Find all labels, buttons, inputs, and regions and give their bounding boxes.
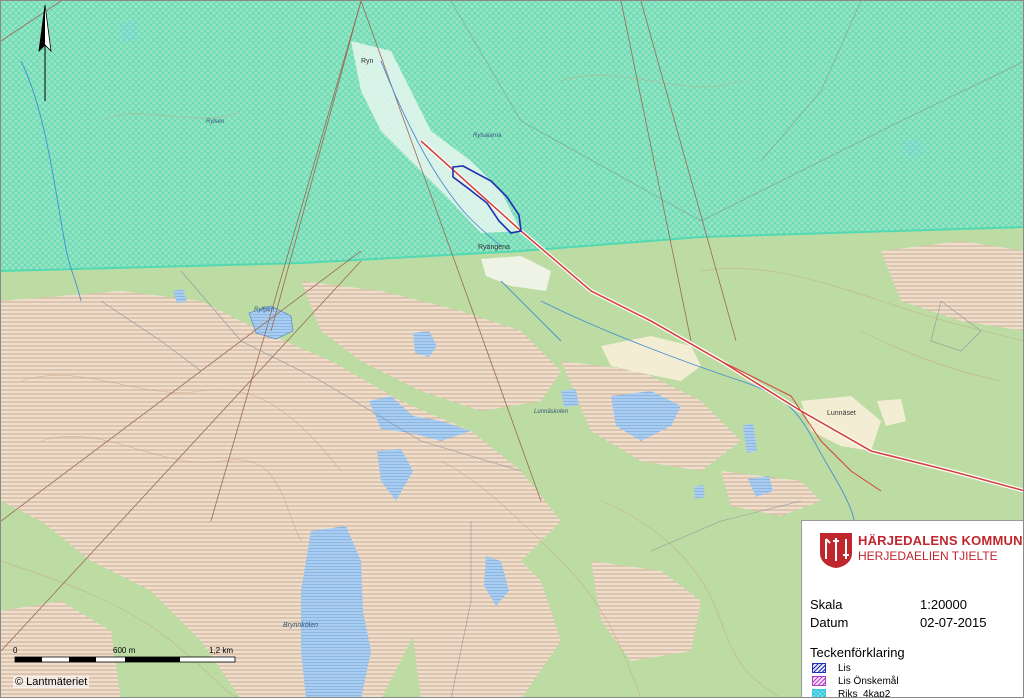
scale-bar: 0 600 m 1,2 km — [13, 646, 241, 672]
place-label-rylsalarna: Rylsalarna — [473, 133, 502, 139]
place-label-brynnkolen: Brynnkölen — [283, 622, 318, 629]
legend-item-lis: Lis — [812, 662, 851, 674]
place-label-lunnakolen: Lunnäskolen — [534, 409, 569, 415]
date-value: 02-07-2015 — [920, 615, 987, 630]
legend-swatch-lis — [812, 663, 826, 673]
place-label-rylsen: Rylsen — [206, 119, 225, 125]
legend-item-lis-onskemal: Lis Önskemål — [812, 675, 899, 687]
municipality-logo-icon — [820, 533, 852, 568]
legend-label-lis: Lis — [838, 662, 851, 674]
map-frame[interactable]: Ryn Rylsen Rylsalarna Ryängena Rylfjärn … — [0, 0, 1024, 698]
legend-item-riks-4kap2: Riks_4kap2 — [812, 688, 891, 698]
org-subtitle: HERJEDAELIEN TJIELTE — [858, 549, 998, 563]
place-label-ryltjarn: Rylfjärn — [254, 307, 275, 313]
legend-label-lis-onskemal: Lis Önskemål — [838, 675, 899, 687]
date-label: Datum — [810, 615, 849, 630]
legend-swatch-lis-onskemal — [812, 676, 826, 686]
org-name: HÄRJEDALENS KOMMUN — [858, 533, 1023, 548]
legend-panel: HÄRJEDALENS KOMMUN HERJEDAELIEN TJIELTE … — [801, 520, 1023, 698]
legend-swatch-riks-4kap2 — [812, 689, 826, 697]
place-label-ryn: Ryn — [361, 58, 374, 65]
scale-label: Skala — [810, 597, 843, 612]
scale-value: 1:20000 — [920, 597, 967, 612]
place-label-lunnaset: Lunnäset — [827, 410, 856, 417]
legend-title: Teckenförklaring — [810, 645, 905, 660]
legend-label-riks-4kap2: Riks_4kap2 — [838, 688, 891, 698]
place-label-ryangena: Ryängena — [478, 244, 510, 251]
copyright-notice: © Lantmäteriet — [13, 676, 90, 688]
scale-bar-graphic — [14, 656, 236, 663]
